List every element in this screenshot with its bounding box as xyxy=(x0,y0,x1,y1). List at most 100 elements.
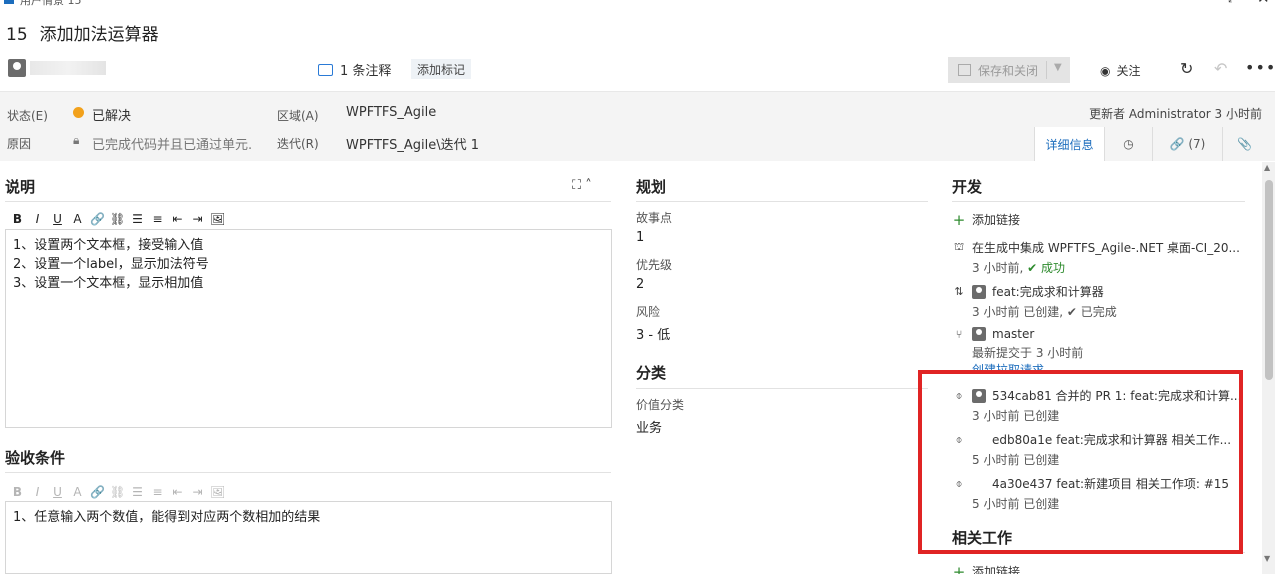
close-icon[interactable]: ✕ xyxy=(1257,0,1270,7)
bullet-list-icon[interactable]: ☰ xyxy=(130,212,145,226)
highlight-box xyxy=(918,370,1243,554)
italic-icon[interactable]: I xyxy=(30,485,45,499)
state-value[interactable]: 已解决 xyxy=(92,105,131,124)
tab-attachments-icon[interactable]: 📎 xyxy=(1222,127,1266,161)
save-icon xyxy=(958,64,971,76)
refresh-icon[interactable]: ↻ xyxy=(1180,59,1193,78)
eye-icon: ◉ xyxy=(1100,63,1111,78)
description-line: 3、设置一个文本框，显示相加值 xyxy=(13,276,204,291)
link-icon[interactable]: 🔗 xyxy=(90,485,105,499)
area-label: 区域(A) xyxy=(277,109,319,123)
tab-history-icon[interactable]: ◷ xyxy=(1104,127,1152,161)
story-points-value[interactable]: 1 xyxy=(636,230,644,245)
indent-icon[interactable]: ⇥ xyxy=(190,212,205,226)
maximize-icon[interactable]: ⛶ ˄ xyxy=(572,178,592,193)
unlink-icon[interactable]: ⛓ xyxy=(110,212,125,226)
unlink-icon[interactable]: ⛓ xyxy=(110,485,125,499)
plus-icon: + xyxy=(952,210,966,229)
work-item-type-icon xyxy=(4,0,14,4)
assignee-avatar[interactable] xyxy=(8,59,26,77)
pull-request-time: 3 小时前 已创建, xyxy=(972,305,1064,319)
highlight-icon[interactable]: A xyxy=(70,485,85,499)
tab-details[interactable]: 详细信息 xyxy=(1034,127,1104,161)
italic-icon[interactable]: I xyxy=(30,212,45,226)
build-title: 在生成中集成 WPFTFS_Agile-.NET 桌面-CI_20... xyxy=(972,241,1240,255)
expand-window-icon[interactable]: ⤢ xyxy=(1228,0,1238,6)
tab-strip: 详细信息 ◷ 🔗 (7) 📎 xyxy=(1034,127,1266,161)
pull-request-icon: ⇅ xyxy=(954,285,964,298)
numbered-list-icon[interactable]: ≡ xyxy=(150,485,165,499)
add-link-button[interactable]: + 添加链接 xyxy=(952,210,1021,229)
pull-request-title: feat:完成求和计算器 xyxy=(992,285,1104,299)
work-item-title-text: 添加加法运算器 xyxy=(39,25,159,45)
iteration-value[interactable]: WPFTFS_Agile\迭代 1 xyxy=(346,134,479,153)
branch-icon: ⑂ xyxy=(955,327,963,341)
divider xyxy=(636,388,928,389)
description-editor[interactable]: 1、设置两个文本框，接受输入值 2、设置一个label，显示加法符号 3、设置一… xyxy=(5,229,612,428)
description-line: 1、设置两个文本框，接受输入值 xyxy=(13,238,204,253)
avatar xyxy=(972,284,986,299)
scroll-down-icon[interactable]: ▼ xyxy=(1264,554,1270,563)
assignee-name-redacted[interactable] xyxy=(30,61,106,75)
divider xyxy=(5,472,611,473)
undo-icon[interactable]: ↶ xyxy=(1214,59,1227,78)
development-item[interactable]: ⛫ 在生成中集成 WPFTFS_Agile-.NET 桌面-CI_20... 3 … xyxy=(952,239,1240,276)
window-bar: 用户情景 15 ⤢ ✕ xyxy=(0,0,1275,8)
divider xyxy=(5,201,611,202)
image-icon[interactable]: 🖼 xyxy=(210,212,225,226)
create-pull-request-link[interactable]: 创建拉取请求 xyxy=(972,361,1083,370)
chevron-down-icon[interactable]: ▼ xyxy=(1054,62,1062,73)
branch-name: master xyxy=(992,327,1035,341)
comments-link[interactable]: 1 条注释 xyxy=(318,60,391,79)
add-tag-button[interactable]: 添加标记 xyxy=(411,59,472,79)
priority-value[interactable]: 2 xyxy=(636,277,644,292)
acceptance-editor[interactable]: 1、任意输入两个数值，能得到对应两个数相加的结果 xyxy=(5,501,612,574)
more-actions-icon[interactable]: ••• xyxy=(1245,58,1275,77)
state-dot-icon xyxy=(73,107,84,118)
description-title: 说明 xyxy=(5,178,36,196)
avatar xyxy=(972,327,986,341)
scrollbar-thumb[interactable] xyxy=(1265,180,1273,380)
comments-count: 1 条注释 xyxy=(340,64,392,79)
work-item-id: 15 xyxy=(6,25,28,45)
updated-by-text[interactable]: 更新者 Administrator 3 小时前 xyxy=(1089,105,1262,122)
related-add-link-button[interactable]: + 添加链接 xyxy=(952,563,1020,574)
scroll-up-icon[interactable]: ▲ xyxy=(1264,163,1270,172)
risk-label: 风险 xyxy=(636,305,661,319)
development-item[interactable]: ⑂ master 最新提交于 3 小时前 创建拉取请求 xyxy=(952,327,1083,370)
build-icon: ⛫ xyxy=(953,240,965,253)
bold-icon[interactable]: B xyxy=(10,485,25,499)
development-title: 开发 xyxy=(952,178,983,196)
value-area-value[interactable]: 业务 xyxy=(636,417,662,436)
indent-icon[interactable]: ⇥ xyxy=(190,485,205,499)
underline-icon[interactable]: U xyxy=(50,212,65,226)
tab-links[interactable]: 🔗 (7) xyxy=(1152,127,1222,161)
save-and-close-button[interactable]: 保存和关闭 ▼ xyxy=(948,57,1070,83)
divider xyxy=(1046,61,1047,79)
outdent-icon[interactable]: ⇤ xyxy=(170,485,185,499)
outdent-icon[interactable]: ⇤ xyxy=(170,212,185,226)
state-label: 状态(E) xyxy=(7,109,48,123)
add-link-label: 添加链接 xyxy=(972,213,1021,227)
value-area-label: 价值分类 xyxy=(636,398,685,412)
development-item[interactable]: ⇅ feat:完成求和计算器 3 小时前 已创建, ✔ 已完成 xyxy=(952,283,1117,320)
window-title: 用户情景 15 xyxy=(20,0,82,7)
link-icon[interactable]: 🔗 xyxy=(90,212,105,226)
highlight-icon[interactable]: A xyxy=(70,212,85,226)
follow-button[interactable]: ◉ 关注 xyxy=(1100,62,1141,79)
build-time: 3 小时前, xyxy=(972,261,1024,275)
reason-value[interactable]: 已完成代码并且已通过单元. xyxy=(92,134,252,153)
branch-last-commit: 最新提交于 3 小时前 xyxy=(972,346,1084,360)
image-icon[interactable]: 🖼 xyxy=(210,485,225,499)
numbered-list-icon[interactable]: ≡ xyxy=(150,212,165,226)
work-item-title[interactable]: 15 添加加法运算器 xyxy=(6,20,159,45)
bullet-list-icon[interactable]: ☰ xyxy=(130,485,145,499)
underline-icon[interactable]: U xyxy=(50,485,65,499)
planning-title: 规划 xyxy=(636,178,667,196)
risk-value[interactable]: 3 - 低 xyxy=(636,324,670,343)
bold-icon[interactable]: B xyxy=(10,212,25,226)
save-and-close-label: 保存和关闭 xyxy=(978,63,1039,78)
area-value[interactable]: WPFTFS_Agile xyxy=(346,105,436,120)
pull-request-status: ✔ 已完成 xyxy=(1066,305,1117,319)
lock-icon: 🔒︎ xyxy=(73,133,80,147)
